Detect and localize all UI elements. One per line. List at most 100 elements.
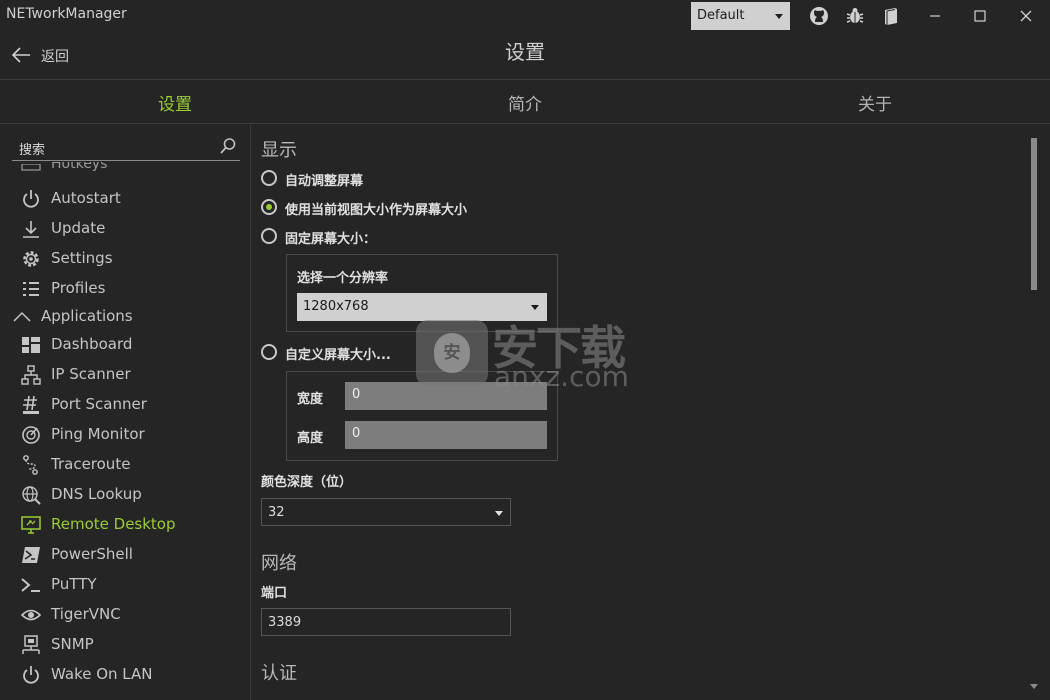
remote-desktop-icon <box>21 516 41 534</box>
sidebar-item-label: IP Scanner <box>51 365 131 383</box>
radio-custom-size[interactable] <box>261 344 277 360</box>
scrollbar-thumb[interactable] <box>1031 138 1037 290</box>
sidebar-item-label: Profiles <box>51 279 106 297</box>
caret-down-icon <box>775 14 783 19</box>
sidebar-item-putty[interactable]: PuTTY <box>0 569 250 599</box>
back-button-label[interactable]: 返回 <box>41 46 69 66</box>
power-icon <box>23 190 39 208</box>
powershell-icon <box>22 547 40 563</box>
watermark-domain: anxz.com <box>494 360 629 393</box>
title-bar: NETworkManager Default <box>0 0 1050 32</box>
tab-about[interactable]: 关于 <box>700 90 1050 115</box>
eye-icon <box>21 609 41 621</box>
sidebar-item-label: PuTTY <box>51 575 97 593</box>
sidebar-item-snmp[interactable]: SNMP <box>0 629 250 659</box>
sidebar-item-label: Autostart <box>51 189 121 207</box>
radar-icon <box>22 426 40 444</box>
hash-icon <box>23 395 39 414</box>
sidebar-item-profiles[interactable]: Profiles <box>0 273 250 303</box>
sidebar-item-port-scanner[interactable]: Port Scanner <box>0 389 250 419</box>
radio-use-current-view[interactable] <box>261 199 277 215</box>
sidebar-item-label: TigerVNC <box>51 605 121 623</box>
power-icon <box>23 666 39 684</box>
resolution-label: 选择一个分辨率 <box>297 271 389 286</box>
sidebar-item-label: Update <box>51 219 106 237</box>
keyboard-icon <box>21 164 41 171</box>
search-icon[interactable] <box>219 137 237 155</box>
sidebar-item-ping-monitor[interactable]: Ping Monitor <box>0 419 250 449</box>
sidebar-item-traceroute[interactable]: Traceroute <box>0 449 250 479</box>
theme-dropdown-value: Default <box>697 8 745 23</box>
tab-settings[interactable]: 设置 <box>0 90 350 115</box>
sidebar-item-label: DNS Lookup <box>51 485 142 503</box>
sidebar-item-label: Dashboard <box>51 335 133 353</box>
globe-search-icon <box>22 486 41 505</box>
port-input[interactable]: 3389 <box>261 608 511 636</box>
list-icon <box>23 282 39 296</box>
sidebar-item-autostart[interactable]: Autostart <box>0 183 250 213</box>
route-icon <box>23 455 38 475</box>
close-icon[interactable] <box>1017 7 1035 25</box>
sidebar-item-label: Traceroute <box>51 455 131 473</box>
minimize-icon[interactable] <box>926 7 944 25</box>
color-depth-label: 颜色深度（位） <box>261 475 353 490</box>
bug-icon[interactable] <box>845 6 865 26</box>
sidebar-item-dashboard[interactable]: Dashboard <box>0 329 250 359</box>
width-label: 宽度 <box>297 392 324 407</box>
radio-custom-size-label[interactable]: 自定义屏幕大小... <box>285 344 391 363</box>
tab-introduction[interactable]: 简介 <box>350 90 700 115</box>
search-input[interactable]: 搜索 <box>19 139 45 158</box>
section-heading-network: 网络 <box>261 553 297 574</box>
github-icon[interactable] <box>809 6 829 26</box>
sidebar-item-remote-desktop[interactable]: Remote Desktop <box>0 509 250 539</box>
sidebar-item-hotkeys[interactable]: Hotkeys <box>51 162 107 174</box>
sidebar-item-label: SNMP <box>51 635 94 653</box>
sidebar-item-dns-lookup[interactable]: DNS Lookup <box>0 479 250 509</box>
sidebar-item-label: Port Scanner <box>51 395 147 413</box>
sidebar-item-wake-on-lan[interactable]: Wake On LAN <box>0 659 250 689</box>
radio-use-current-view-label[interactable]: 使用当前视图大小作为屏幕大小 <box>285 199 467 218</box>
radio-fixed-size-label[interactable]: 固定屏幕大小： <box>285 228 376 247</box>
radio-fixed-size[interactable] <box>261 228 277 244</box>
radio-auto-adjust[interactable] <box>261 170 277 186</box>
port-label: 端口 <box>261 586 288 601</box>
sidebar-item-label: Ping Monitor <box>51 425 145 443</box>
height-input[interactable]: 0 <box>345 421 547 449</box>
app-title: NETworkManager <box>6 6 127 22</box>
snmp-icon <box>22 635 40 654</box>
sidebar-item-label: PowerShell <box>51 545 133 563</box>
divider <box>0 79 1050 80</box>
sidebar-item-ip-scanner[interactable]: IP Scanner <box>0 359 250 389</box>
scroll-down-icon[interactable] <box>1030 684 1038 689</box>
sidebar: 搜索 Hotkeys Autostart Update Settings Pro… <box>0 124 250 700</box>
sidebar-item-label: Wake On LAN <box>51 665 153 683</box>
color-depth-dropdown[interactable]: 32 <box>261 498 511 526</box>
resolution-value: 1280x768 <box>303 299 369 314</box>
network-icon <box>21 365 41 385</box>
sidebar-item-label: Remote Desktop <box>51 515 176 533</box>
radio-auto-adjust-label[interactable]: 自动调整屏幕 <box>285 170 363 189</box>
sidebar-item-label: Applications <box>41 307 133 325</box>
terminal-icon <box>21 578 40 592</box>
back-arrow-icon[interactable] <box>10 44 32 66</box>
caret-down-icon <box>531 305 539 310</box>
book-icon[interactable] <box>881 6 901 26</box>
page-title: 设置 <box>505 40 545 64</box>
maximize-icon[interactable] <box>971 7 989 25</box>
caret-down-icon <box>495 511 503 516</box>
sidebar-item-settings[interactable]: Settings <box>0 243 250 273</box>
section-heading-display: 显示 <box>261 140 297 161</box>
download-icon <box>23 221 39 238</box>
section-heading-auth: 认证 <box>261 663 297 684</box>
sidebar-item-label: Settings <box>51 249 113 267</box>
dashboard-icon <box>22 337 40 353</box>
height-label: 高度 <box>297 431 324 446</box>
sidebar-item-update[interactable]: Update <box>0 213 250 243</box>
watermark-shield-icon: 安 <box>434 333 470 373</box>
sidebar-item-powershell[interactable]: PowerShell <box>0 539 250 569</box>
sidebar-group-applications[interactable]: Applications <box>0 301 250 331</box>
chevron-up-icon <box>13 311 31 322</box>
gear-icon <box>23 251 39 267</box>
sidebar-item-tigervnc[interactable]: TigerVNC <box>0 599 250 629</box>
theme-dropdown[interactable]: Default <box>691 2 790 30</box>
